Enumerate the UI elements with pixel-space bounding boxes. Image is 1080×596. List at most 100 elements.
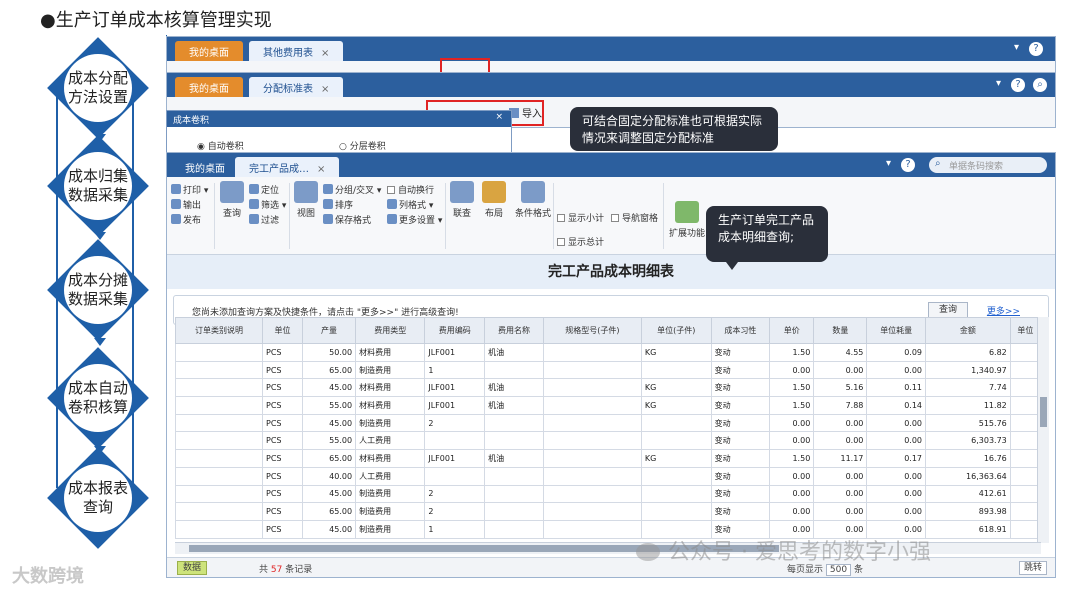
table-row[interactable]: PCS 65.00 材料费用 JLF001 机油 KG 变动 1.50 11.17 0.17 16.…	[174, 449, 1042, 468]
slide-title: ●生产订单成本核算管理实现	[40, 10, 272, 31]
column-header[interactable]: 单价	[769, 317, 815, 344]
table-row[interactable]: PCS 65.00 制造费用 2 变动 0.00 0.00 0.00 893.98	[174, 502, 1042, 521]
close-icon[interactable]: ×	[321, 84, 329, 95]
table-row[interactable]: PCS 40.00 人工费用 变动 0.00 0.00 0.00 16,363.64	[174, 466, 1042, 486]
save-format-button[interactable]: 保存格式	[323, 213, 371, 226]
layout-button[interactable]: 布局	[479, 181, 509, 219]
table-cell: 变动	[710, 378, 771, 398]
checkbox-checked-icon	[557, 238, 565, 246]
conditional-format-button[interactable]: 条件格式	[513, 181, 553, 219]
linked-query-button[interactable]: 联查	[447, 181, 477, 219]
auto-wrap-checkbox[interactable]: 自动换行	[387, 183, 434, 196]
query-submit-button[interactable]: 查询	[928, 302, 968, 318]
group-cross-button[interactable]: 分组/交叉 ▾	[323, 183, 381, 196]
more-link[interactable]: 更多>>	[987, 304, 1020, 317]
scroll-thumb[interactable]	[1040, 397, 1047, 427]
table-cell	[1009, 413, 1042, 433]
jump-button[interactable]: 跳转	[1019, 561, 1047, 575]
column-header[interactable]: 订单类别说明	[174, 317, 264, 344]
table-cell	[542, 466, 642, 486]
filter-button[interactable]: 筛选 ▾	[249, 198, 286, 211]
table-cell	[484, 519, 544, 539]
table-cell: 0.00	[813, 360, 868, 380]
table-row[interactable]: PCS 45.00 制造费用 2 变动 0.00 0.00 0.00 412.61	[174, 484, 1042, 504]
chevron-down-icon[interactable]: ▾	[886, 158, 891, 169]
column-header[interactable]: 单位耗量	[866, 317, 926, 344]
table-cell	[174, 449, 264, 468]
column-header[interactable]: 数量	[813, 317, 868, 344]
print-button[interactable]: 打印 ▾	[171, 183, 208, 196]
table-cell: JLF001	[424, 343, 486, 362]
radio-layer-rollup[interactable]: ○ 分层卷积	[339, 139, 386, 152]
table-cell: KG	[640, 396, 712, 415]
tab-desktop[interactable]: 我的桌面	[171, 157, 239, 177]
tab-desktop[interactable]: 我的桌面	[175, 77, 243, 97]
column-header[interactable]: 费用编码	[424, 317, 486, 344]
checkbox-icon	[387, 186, 395, 194]
filter2-button[interactable]: 过滤	[249, 213, 279, 226]
query-button[interactable]: 查询	[217, 181, 247, 219]
show-total-checkbox[interactable]: 显示总计	[557, 235, 604, 248]
table-cell: 变动	[710, 413, 771, 433]
conditional-format-icon	[521, 181, 545, 203]
tab-finished-product-cost[interactable]: 完工产品成… ×	[235, 157, 340, 177]
chevron-down-icon[interactable]: ▾	[1014, 42, 1019, 53]
column-header[interactable]: 成本习性	[710, 317, 771, 344]
publish-button[interactable]: 发布	[171, 213, 201, 226]
vertical-scrollbar[interactable]	[1037, 317, 1049, 543]
extend-icon	[675, 201, 699, 223]
column-header[interactable]: 费用类型	[355, 317, 426, 344]
table-row[interactable]: PCS 45.00 材料费用 JLF001 机油 KG 变动 1.50 5.16 0.11 7.74	[174, 378, 1042, 398]
locate-button[interactable]: 定位	[249, 183, 279, 196]
table-cell: 45.00	[301, 378, 357, 398]
tab-other-expense[interactable]: 其他费用表 ×	[249, 41, 344, 61]
extend-function-button[interactable]: 扩展功能	[667, 201, 707, 239]
view-button[interactable]: 视图	[291, 181, 321, 219]
close-icon[interactable]: ×	[495, 112, 503, 122]
query-icon	[220, 181, 244, 203]
flow-step-4: 成本自动卷积核算	[47, 347, 149, 449]
column-header[interactable]: 单位	[1009, 317, 1042, 344]
table-cell: 制造费用	[355, 484, 426, 504]
ribbon-divider	[289, 183, 290, 249]
column-format-button[interactable]: 列格式 ▾	[387, 198, 433, 211]
table-row[interactable]: PCS 45.00 制造费用 2 变动 0.00 0.00 0.00 515.76	[174, 413, 1042, 433]
column-header[interactable]: 产量	[301, 317, 357, 344]
view-icon	[294, 181, 318, 203]
sort-button[interactable]: 排序	[323, 198, 353, 211]
table-cell: 5.16	[813, 378, 868, 398]
show-subtotal-checkbox[interactable]: 显示小计	[557, 211, 604, 224]
column-header[interactable]: 费用名称	[484, 317, 544, 344]
table-cell: PCS	[262, 502, 303, 521]
more-settings-button[interactable]: 更多设置 ▾	[387, 213, 442, 226]
table-cell: 0.00	[866, 502, 926, 521]
help-icon[interactable]: ?	[901, 158, 915, 172]
nav-pane-checkbox[interactable]: 导航窗格	[611, 211, 658, 224]
column-header[interactable]: 单位(子件)	[640, 317, 712, 344]
close-icon[interactable]: ×	[321, 48, 329, 59]
data-button[interactable]: 数据	[177, 561, 207, 575]
column-header[interactable]: 规格型号(子件)	[542, 317, 642, 344]
column-header[interactable]: 单位	[262, 317, 303, 344]
close-icon[interactable]: ×	[317, 164, 325, 175]
table-cell: PCS	[262, 519, 303, 539]
radio-auto-rollup[interactable]: ◉ 自动卷积	[197, 139, 244, 152]
barcode-search-input[interactable]: ⌕ 单据条码搜索	[929, 157, 1047, 173]
table-row[interactable]: PCS 50.00 材料费用 JLF001 机油 KG 变动 1.50 4.55 0.09 6.82	[174, 343, 1042, 362]
table-cell: 0.00	[866, 466, 926, 486]
table-cell: 0.00	[813, 431, 868, 451]
table-cell: 0.09	[866, 343, 926, 362]
help-icon[interactable]: ?	[1029, 42, 1043, 56]
table-row[interactable]: PCS 55.00 人工费用 变动 0.00 0.00 0.00 6,303.73	[174, 431, 1042, 451]
table-row[interactable]: PCS 65.00 制造费用 1 变动 0.00 0.00 0.00 1,340.97	[174, 360, 1042, 380]
tab-allocation-standard[interactable]: 分配标准表 ×	[249, 77, 344, 97]
table-row[interactable]: PCS 55.00 材料费用 JLF001 机油 KG 变动 1.50 7.88 0.14 11.8…	[174, 396, 1042, 415]
chevron-down-icon[interactable]: ▾	[996, 78, 1001, 89]
output-button[interactable]: 输出	[171, 198, 201, 211]
column-header[interactable]: 金额	[925, 317, 1011, 344]
search-icon[interactable]: ⌕	[1033, 78, 1047, 92]
help-icon[interactable]: ?	[1011, 78, 1025, 92]
table-cell: KG	[640, 343, 712, 362]
tab-desktop[interactable]: 我的桌面	[175, 41, 243, 61]
table-cell	[484, 502, 544, 521]
